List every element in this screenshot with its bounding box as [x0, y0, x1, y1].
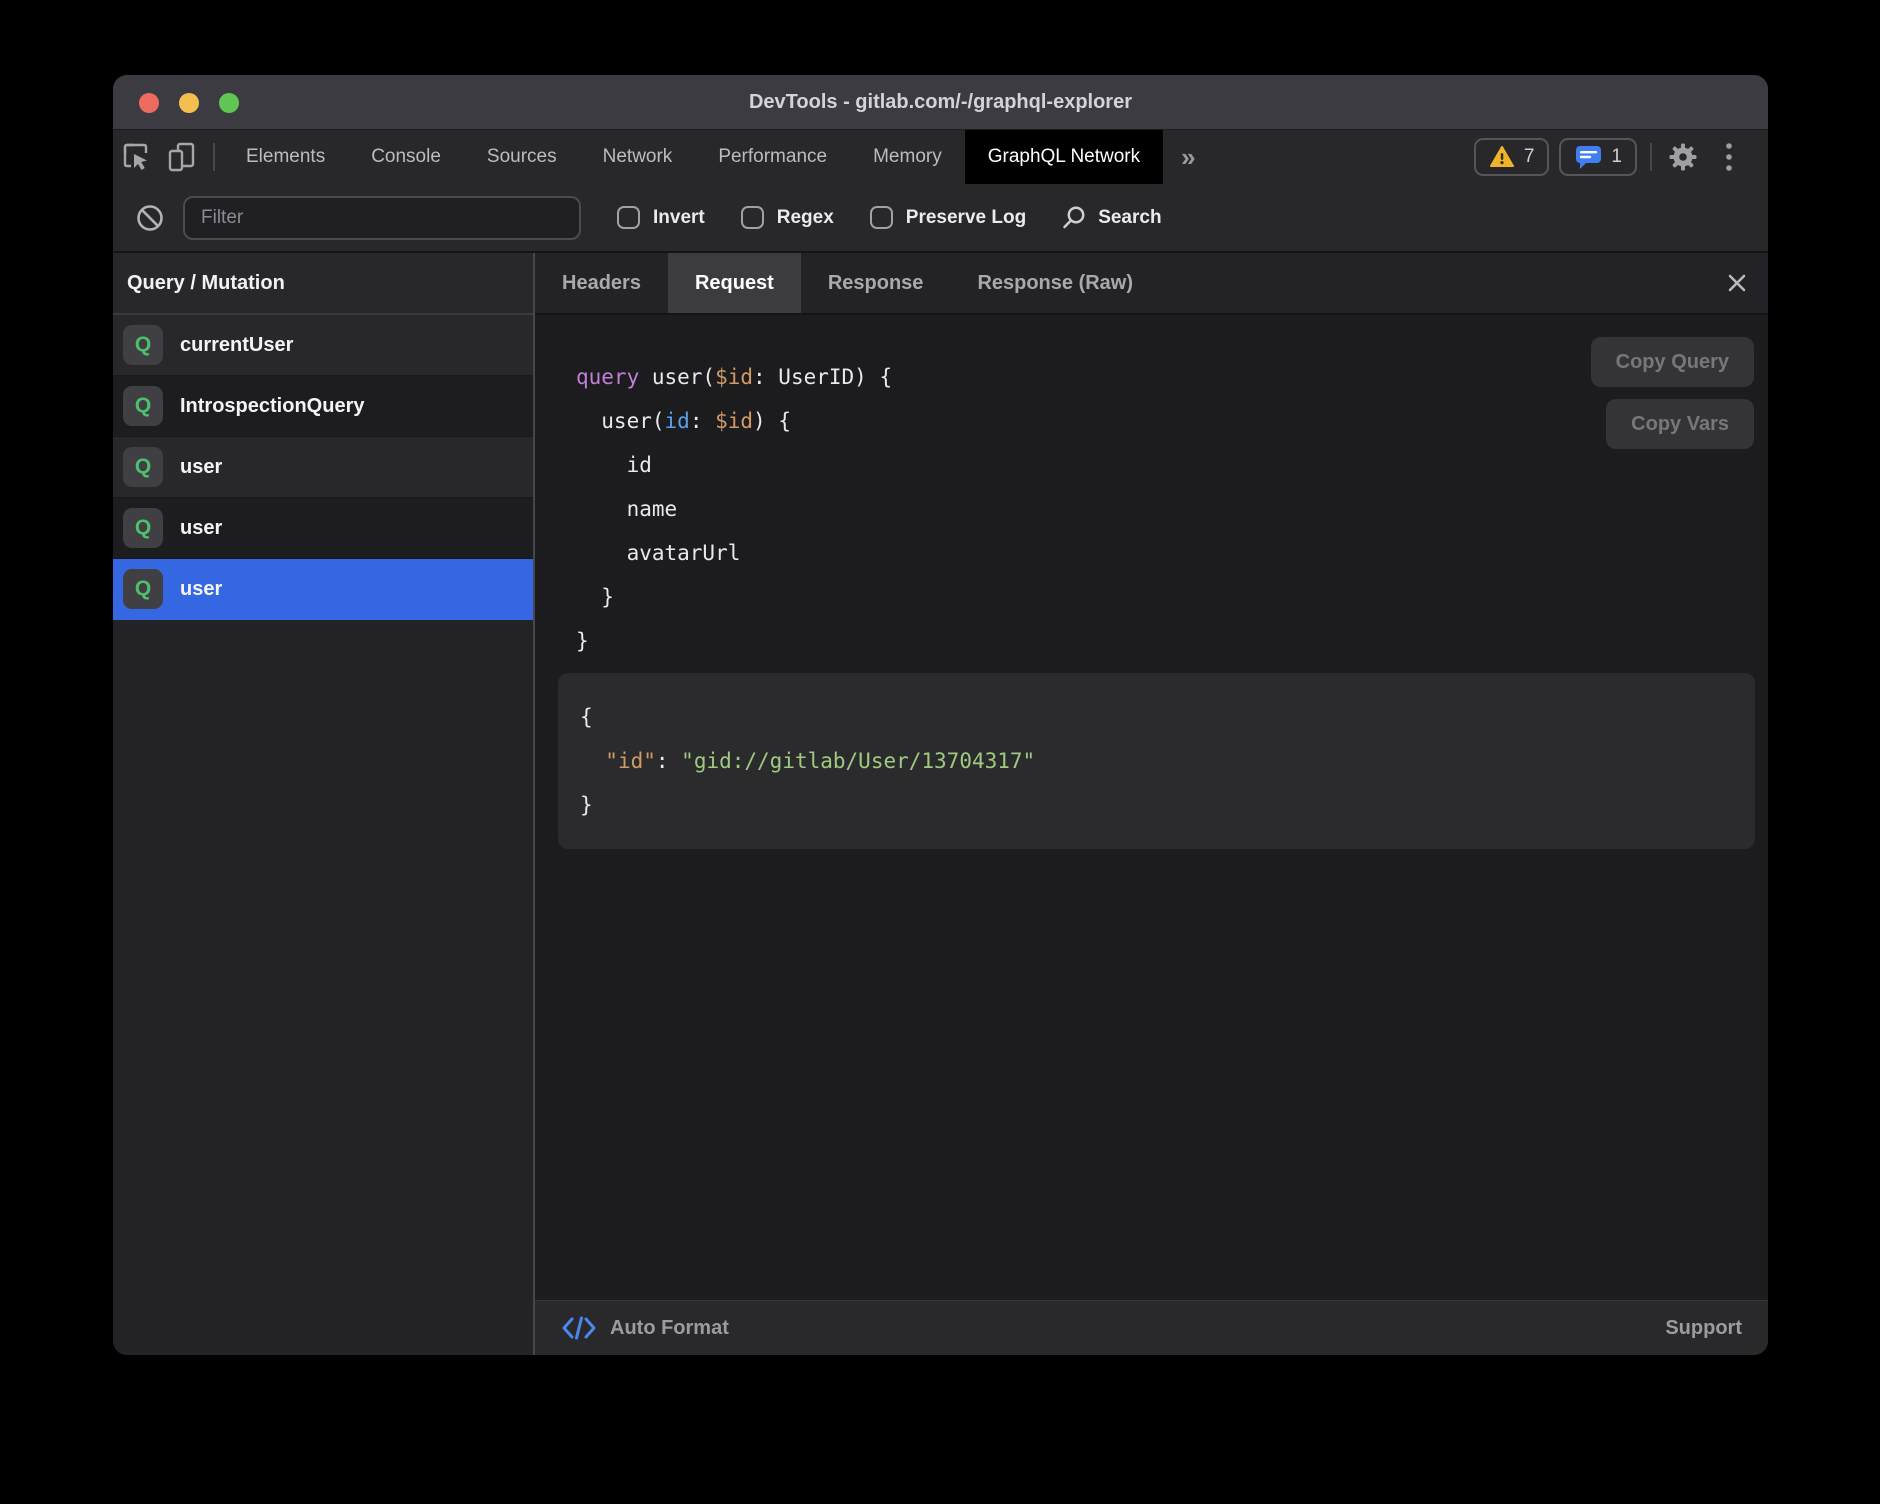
close-detail-button[interactable]: [1706, 253, 1768, 313]
tab-performance[interactable]: Performance: [695, 130, 850, 184]
request-content: Copy Query Copy Vars query user($id: Use…: [535, 315, 1768, 1300]
query-list: Q currentUser Q IntrospectionQuery Q use…: [113, 315, 533, 620]
tab-graphql-network[interactable]: GraphQL Network: [965, 130, 1163, 184]
detail-tab-response-raw[interactable]: Response (Raw): [950, 253, 1160, 313]
gear-icon: [1668, 142, 1698, 172]
copy-query-button[interactable]: Copy Query: [1591, 337, 1754, 387]
kebab-menu-icon: [1724, 141, 1734, 173]
more-tabs-button[interactable]: »: [1163, 130, 1213, 184]
block-icon: [135, 203, 165, 233]
auto-format-button[interactable]: Auto Format: [561, 1315, 729, 1341]
invert-checkbox-group[interactable]: Invert: [617, 206, 705, 229]
query-variables-box: { "id": "gid://gitlab/User/13704317"}: [558, 673, 1755, 849]
issues-badge[interactable]: 1: [1559, 138, 1637, 176]
graphql-query-code: query user($id: UserID) { user(id: $id) …: [576, 355, 1768, 663]
detail-tab-bar: Headers Request Response Response (Raw): [535, 253, 1768, 315]
query-item-label: user: [180, 578, 222, 601]
preserve-log-checkbox-group[interactable]: Preserve Log: [870, 206, 1026, 229]
filter-bar: Invert Regex Preserve Log Search: [113, 184, 1768, 253]
tab-sources[interactable]: Sources: [464, 130, 580, 184]
query-variables-code: { "id": "gid://gitlab/User/13704317"}: [580, 695, 1733, 827]
query-list-panel: Query / Mutation Q currentUser Q Introsp…: [113, 253, 535, 1355]
toolbar-divider: [1650, 143, 1652, 171]
inspect-cursor-icon: [120, 140, 152, 174]
request-detail-panel: Headers Request Response Response (Raw) …: [535, 253, 1768, 1355]
issues-count: 1: [1611, 146, 1622, 168]
query-type-badge: Q: [123, 508, 163, 548]
detail-tab-response[interactable]: Response: [801, 253, 951, 313]
message-icon: [1574, 144, 1602, 170]
query-item-label: currentUser: [180, 334, 293, 357]
query-type-badge: Q: [123, 569, 163, 609]
toolbar-divider: [213, 143, 215, 171]
query-list-item-currentuser[interactable]: Q currentUser: [113, 315, 533, 376]
query-list-item-user-1[interactable]: Q user: [113, 437, 533, 498]
preserve-log-checkbox[interactable]: [870, 206, 893, 229]
devtools-toolbar: Elements Console Sources Network Perform…: [113, 130, 1768, 184]
minimize-window-button[interactable]: [179, 93, 199, 113]
zoom-window-button[interactable]: [219, 93, 239, 113]
support-link[interactable]: Support: [1665, 1317, 1742, 1340]
query-type-badge: Q: [123, 447, 163, 487]
query-item-label: user: [180, 456, 222, 479]
close-icon: [1726, 272, 1748, 294]
tab-memory[interactable]: Memory: [850, 130, 965, 184]
tab-network[interactable]: Network: [580, 130, 696, 184]
window-title: DevTools - gitlab.com/-/graphql-explorer: [749, 91, 1132, 114]
query-type-badge: Q: [123, 386, 163, 426]
code-brackets-icon: [561, 1315, 597, 1341]
warning-icon: [1489, 145, 1515, 169]
filter-input[interactable]: [183, 196, 581, 240]
tab-console[interactable]: Console: [348, 130, 464, 184]
close-window-button[interactable]: [139, 93, 159, 113]
inspect-element-button[interactable]: [113, 130, 159, 184]
query-type-badge: Q: [123, 325, 163, 365]
warnings-badge[interactable]: 7: [1474, 138, 1550, 176]
panel-footer: Auto Format Support: [535, 1300, 1768, 1355]
invert-checkbox[interactable]: [617, 206, 640, 229]
detail-tab-headers[interactable]: Headers: [535, 253, 668, 313]
regex-checkbox-group[interactable]: Regex: [741, 206, 834, 229]
search-toggle[interactable]: Search: [1060, 204, 1161, 232]
device-toolbar-icon: [166, 140, 198, 174]
toggle-device-toolbar-button[interactable]: [159, 130, 205, 184]
more-options-button[interactable]: [1706, 141, 1752, 173]
detail-tab-request[interactable]: Request: [668, 253, 801, 313]
settings-button[interactable]: [1660, 142, 1706, 172]
traffic-lights: [139, 93, 239, 113]
devtools-window: DevTools - gitlab.com/-/graphql-explorer…: [113, 75, 1768, 1355]
copy-vars-button[interactable]: Copy Vars: [1606, 399, 1754, 449]
query-list-item-user-3-selected[interactable]: Q user: [113, 559, 533, 620]
query-list-header: Query / Mutation: [113, 253, 533, 315]
tab-elements[interactable]: Elements: [223, 130, 348, 184]
query-list-item-user-2[interactable]: Q user: [113, 498, 533, 559]
query-item-label: IntrospectionQuery: [180, 395, 364, 418]
warnings-count: 7: [1524, 146, 1535, 168]
query-item-label: user: [180, 517, 222, 540]
regex-checkbox[interactable]: [741, 206, 764, 229]
query-list-item-introspectionquery[interactable]: Q IntrospectionQuery: [113, 376, 533, 437]
search-icon: [1060, 204, 1088, 232]
clear-requests-button[interactable]: [133, 203, 167, 233]
window-titlebar: DevTools - gitlab.com/-/graphql-explorer: [113, 75, 1768, 130]
